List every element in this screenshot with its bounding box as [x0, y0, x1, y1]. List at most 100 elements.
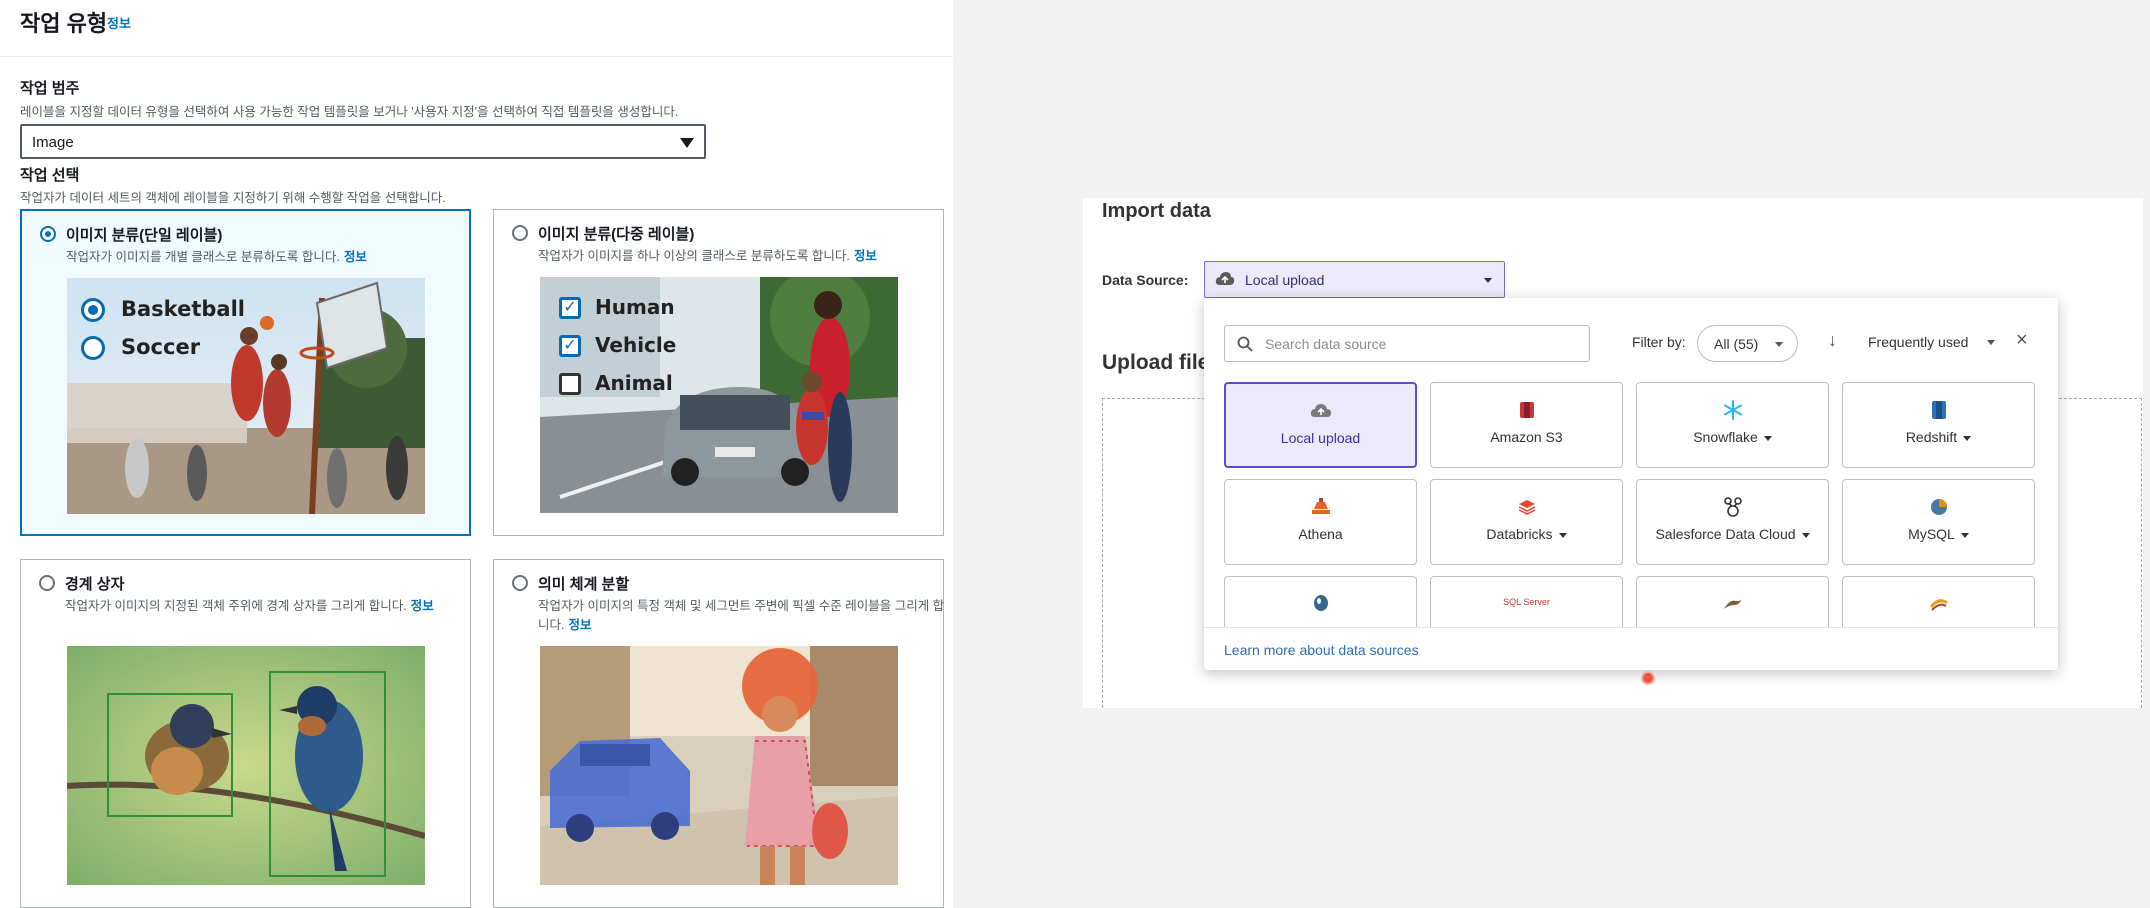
upload-file-title: Upload file [1102, 351, 1210, 374]
tile-label: Athena [1298, 526, 1343, 542]
search-data-source-input[interactable]: Search data source [1224, 325, 1590, 362]
postgresql-icon [1313, 595, 1328, 611]
example-label: Basketball [121, 297, 245, 321]
panel-header: 작업 유형 정보 [0, 0, 953, 57]
task-select-desc: 작업자가 데이터 세트의 객체에 레이블을 지정하기 위해 수행할 작업을 선택… [20, 191, 446, 205]
info-link[interactable]: 정보 [344, 250, 367, 264]
info-link[interactable]: 정보 [568, 618, 591, 632]
task-category-label: 작업 범주 [20, 80, 80, 97]
checkbox-checked-icon: ✓ [559, 297, 581, 319]
checkbox-unchecked-icon [559, 373, 581, 395]
checkbox-checked-icon: ✓ [559, 335, 581, 357]
task-card-desc: 작업자가 이미지를 개별 클래스로 분류하도록 합니다. 정보 [66, 250, 367, 264]
popup-footer: Learn more about data sources [1204, 627, 2058, 670]
tile-label: Snowflake [1637, 429, 1828, 445]
example-label: Vehicle [595, 333, 677, 357]
salesforce-icon [1723, 497, 1742, 517]
amazon-s3-icon [1519, 402, 1534, 418]
data-source-popup: Search data source Filter by: All (55) ↓… [1204, 298, 2058, 670]
cloud-upload-icon [1310, 404, 1331, 417]
tile-label: Amazon S3 [1490, 429, 1563, 445]
task-card-semantic-segmentation[interactable]: 의미 체계 분할 작업자가 이미지의 특정 객체 및 세그먼트 주변에 픽셀 수… [493, 559, 944, 908]
tile-amazon-s3[interactable]: Amazon S3 [1430, 382, 1623, 468]
task-card-desc: 작업자가 이미지를 하나 이상의 클래스로 분류하도록 합니다. 정보 [538, 249, 877, 263]
task-card-title: 이미지 분류(다중 레이블) [538, 226, 695, 243]
data-source-select[interactable]: Local upload [1204, 261, 1505, 298]
tile-label: Local upload [1280, 430, 1361, 446]
filter-value: All (55) [1714, 336, 1759, 352]
tile-local-upload[interactable]: Local upload [1224, 382, 1417, 468]
radio-button-selected[interactable] [40, 226, 56, 242]
tile-label: Databricks [1431, 526, 1622, 542]
apache-icon [1929, 599, 1948, 611]
snowflake-icon [1723, 400, 1742, 420]
search-icon [1237, 336, 1253, 352]
task-select-label: 작업 선택 [20, 167, 80, 184]
radio-example-icon [81, 336, 105, 360]
task-type-panel: 작업 유형 정보 작업 범주 레이블을 지정할 데이터 유형을 선택하여 사용 … [0, 0, 953, 908]
radio-button[interactable] [512, 225, 528, 241]
example-label: Human [595, 295, 675, 319]
segmentation-example-image [540, 646, 898, 885]
sort-dropdown[interactable]: Frequently used [1868, 334, 1968, 350]
task-card-desc: 작업자가 이미지의 지정된 객체 주위에 경계 상자를 그리게 합니다. 정보 [65, 599, 434, 613]
tile-redshift[interactable]: Redshift [1842, 382, 2035, 468]
info-link[interactable]: 정보 [411, 599, 434, 613]
caret-down-icon [1775, 342, 1783, 347]
caret-down-icon [1801, 532, 1810, 538]
birds-example-image [67, 646, 425, 885]
example-label: Soccer [121, 335, 201, 359]
search-placeholder: Search data source [1265, 336, 1387, 352]
task-card-bounding-box[interactable]: 경계 상자 작업자가 이미지의 지정된 객체 주위에 경계 상자를 그리게 합니… [20, 559, 471, 908]
filter-dropdown[interactable]: All (55) [1697, 325, 1798, 362]
task-category-desc: 레이블을 지정할 데이터 유형을 선택하여 사용 가능한 작업 템플릿을 보거나… [20, 105, 679, 119]
tile-label: MySQL [1843, 526, 2034, 542]
cursor-indicator-icon [1641, 671, 1655, 685]
task-category-value: Image [32, 134, 74, 151]
mysql-icon [1930, 499, 1947, 515]
task-card-desc: 작업자가 이미지의 특정 객체 및 세그먼트 주변에 픽셀 수준 레이블을 그리… [538, 599, 945, 632]
caret-down-icon [1763, 435, 1772, 441]
import-data-title: Import data [1102, 200, 1211, 222]
databricks-icon [1518, 500, 1535, 515]
close-icon[interactable]: × [2016, 329, 2028, 352]
radio-button[interactable] [512, 575, 528, 591]
tile-databricks[interactable]: Databricks [1430, 479, 1623, 565]
caret-down-icon [1960, 532, 1969, 538]
athena-icon [1311, 498, 1330, 514]
mariadb-icon [1723, 598, 1742, 609]
task-card-image-classification-single[interactable]: 이미지 분류(단일 레이블) 작업자가 이미지를 개별 클래스로 분류하도록 합… [20, 209, 471, 536]
caret-down-icon [1987, 340, 1995, 345]
task-category-select[interactable]: Image [20, 124, 706, 159]
task-card-title: 경계 상자 [65, 576, 125, 593]
task-card-title: 이미지 분류(단일 레이블) [66, 227, 223, 244]
redshift-icon [1931, 401, 1946, 419]
tile-salesforce-data-cloud[interactable]: Salesforce Data Cloud [1636, 479, 1829, 565]
task-card-image-classification-multi[interactable]: 이미지 분류(다중 레이블) 작업자가 이미지를 하나 이상의 클래스로 분류하… [493, 209, 944, 536]
tile-mysql[interactable]: MySQL [1842, 479, 2035, 565]
info-link[interactable]: 정보 [854, 249, 877, 263]
caret-down-icon [1558, 532, 1567, 538]
caret-down-icon [1484, 278, 1492, 283]
sql-server-icon: SQL Server [1503, 597, 1550, 607]
tile-label: Redshift [1843, 429, 2034, 445]
tile-label: Salesforce Data Cloud [1637, 526, 1828, 542]
tile-snowflake[interactable]: Snowflake [1636, 382, 1829, 468]
page-title: 작업 유형 [20, 11, 108, 36]
data-source-label: Data Source: [1102, 272, 1189, 288]
caret-down-icon [1963, 435, 1972, 441]
street-example-image: ✓ Human ✓ Vehicle Animal [540, 277, 898, 513]
caret-down-icon [680, 138, 694, 148]
example-label: Animal [595, 371, 673, 395]
basketball-example-image: Basketball Soccer [67, 278, 425, 514]
radio-button[interactable] [39, 575, 55, 591]
cloud-upload-icon [1215, 272, 1235, 285]
filter-label: Filter by: [1632, 334, 1686, 350]
task-card-title: 의미 체계 분할 [538, 576, 630, 593]
sort-arrow-down-icon[interactable]: ↓ [1828, 330, 1837, 351]
data-source-value: Local upload [1245, 272, 1325, 288]
info-link[interactable]: 정보 [107, 13, 131, 32]
tile-athena[interactable]: Athena [1224, 479, 1417, 565]
radio-example-icon [81, 298, 105, 322]
learn-more-link[interactable]: Learn more about data sources [1224, 642, 1419, 658]
